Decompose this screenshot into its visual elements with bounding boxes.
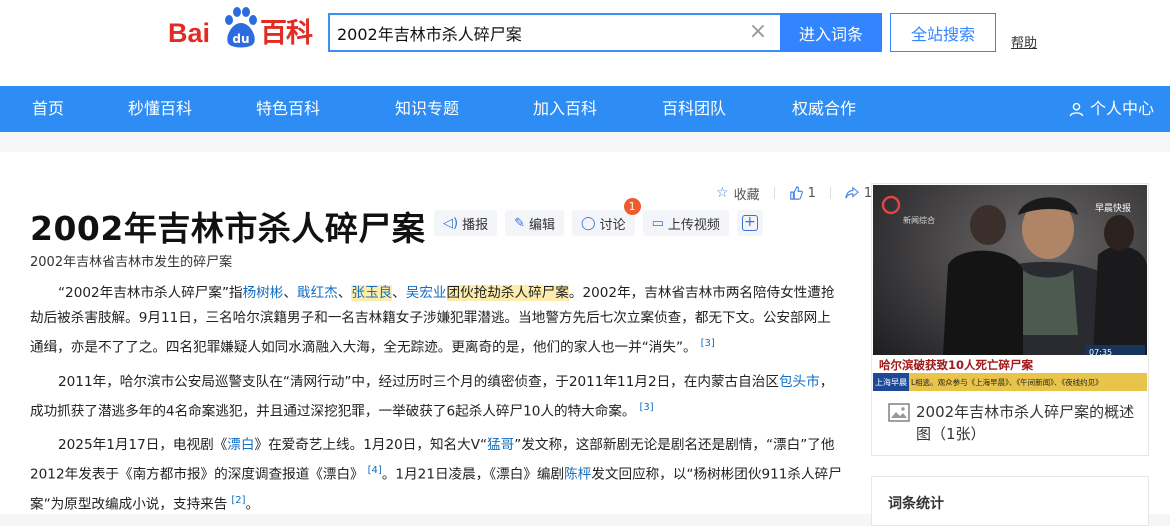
discuss-label: 讨论 [599, 217, 626, 233]
link-yang-shubin[interactable]: 杨树彬 [243, 285, 284, 301]
edit-button[interactable]: ✎ 编辑 [505, 210, 565, 236]
discuss-badge: 1 [623, 198, 641, 215]
nav-item-join[interactable]: 加入百科 [533, 86, 597, 132]
text-run: 、 [337, 285, 352, 301]
stats-title: 词条统计 [888, 496, 944, 512]
link-chen-ping[interactable]: 陈枰 [564, 467, 591, 483]
citation-ref[interactable]: [3] [701, 338, 715, 349]
summary-image-card[interactable]: 新闻综合 早晨快报 07:35 哈尔滨破获致10人死亡碎尸案 上海早晨 L相逃。… [871, 183, 1149, 456]
like-button[interactable]: 1 [789, 186, 816, 201]
like-count: 1 [807, 185, 816, 201]
text-run: 。1月21日凌晨，《漂白》编剧 [381, 466, 565, 483]
user-center-label: 个人中心 [1089, 99, 1154, 118]
divider [773, 187, 775, 199]
link-ji-hongjie[interactable]: 戢红杰 [297, 285, 338, 301]
nav-item-home[interactable]: 首页 [32, 86, 64, 132]
text-run: 2025年1月17日，电视剧《 [58, 437, 228, 453]
photo-ticker-label: 上海早晨 [875, 377, 907, 387]
enter-entry-button[interactable]: 进入词条 [780, 13, 882, 52]
text-run: 》在爱奇艺上线。1月20日，知名大V“ [254, 437, 488, 453]
broadcast-label: 播报 [462, 217, 489, 233]
gallery-icon [888, 403, 910, 422]
thumbs-up-icon [789, 186, 803, 200]
clear-icon[interactable]: × [748, 21, 768, 43]
highlighted-text: 团伙抢劫杀人碎尸案 [446, 285, 569, 301]
photo-ticker-text: L相逃。观众参与《上海早晨》、《午间新闻》、《夜线约见》 [911, 377, 1103, 387]
paragraph-3: 2025年1月17日，电视剧《漂白》在爱奇艺上线。1月20日，知名大V“猛哥”发… [30, 433, 842, 517]
edit-label: 编辑 [529, 217, 556, 233]
logo-baike-text: 百科 [260, 18, 313, 49]
photo-channel-text: 新闻综合 [903, 215, 935, 225]
entry-toolbar: ◁) 播报 ✎ 编辑 ◯ 讨论 1 ▭ 上传视频 + [434, 198, 763, 236]
text-run: “2002年吉林市杀人碎尸案”指 [58, 285, 243, 301]
citation-ref[interactable]: [4] [368, 465, 382, 476]
page-title: 2002年吉林市杀人碎尸案 [30, 209, 426, 248]
nav-item-cooperation[interactable]: 权威合作 [792, 86, 856, 132]
add-button[interactable]: + [736, 210, 763, 236]
logo-bai-text: Bai [168, 18, 211, 48]
share-icon [845, 186, 859, 199]
nav-item-featured[interactable]: 特色百科 [256, 86, 320, 132]
entry-actions: ☆ 收藏 1 1 [716, 183, 872, 203]
site-search-button[interactable]: 全站搜索 [890, 13, 996, 52]
user-center-link[interactable]: 个人中心 [1069, 86, 1154, 132]
link-piaobai[interactable]: 漂白 [227, 437, 254, 453]
chat-bubble-icon: ◯ [581, 215, 596, 231]
link-wu-hongye[interactable]: 吴宏业 [406, 285, 447, 301]
user-icon [1069, 102, 1084, 116]
plus-icon: + [741, 215, 758, 231]
news-photo[interactable]: 新闻综合 早晨快报 07:35 哈尔滨破获致10人死亡碎尸案 上海早晨 L相逃。… [873, 185, 1147, 391]
text-run: 2011年，哈尔滨市公安局巡警支队在“清网行动”中，经过历时三个月的缜密侦查，于… [58, 374, 779, 390]
nav-item-team[interactable]: 百科团队 [662, 86, 726, 132]
upload-video-button[interactable]: ▭ 上传视频 [642, 210, 729, 236]
nav-item-topics[interactable]: 知识专题 [395, 86, 459, 132]
citation-ref[interactable]: [2] [231, 495, 245, 506]
nav-item-miaodong[interactable]: 秒懂百科 [128, 86, 192, 132]
star-icon: ☆ [716, 185, 729, 201]
divider [829, 187, 831, 199]
share-button[interactable]: 1 [845, 186, 872, 201]
search-input[interactable] [330, 15, 740, 50]
news-photo-illustration: 新闻综合 早晨快报 07:35 哈尔滨破获致10人死亡碎尸案 上海早晨 L相逃。… [873, 185, 1147, 391]
help-link[interactable]: 帮助 [1011, 32, 1037, 51]
citation-ref[interactable]: [3] [640, 402, 654, 413]
logo-du-text: du [232, 32, 249, 46]
main-nav: 首页 秒懂百科 特色百科 知识专题 加入百科 百科团队 权威合作 个人中心 [0, 86, 1170, 132]
header: Bai du 百科 × 进入词条 全站搜索 帮助 [0, 0, 1170, 86]
link-baotou[interactable]: 包头市 [779, 374, 820, 390]
paw-logo-icon: du [225, 7, 257, 48]
video-icon: ▭ [651, 215, 664, 231]
link-zhang-yuliang[interactable]: 张玉良 [351, 285, 393, 301]
search-box: × [328, 13, 780, 52]
broadcast-button[interactable]: ◁) 播报 [434, 210, 498, 236]
entry-subtitle: 2002年吉林省吉林市发生的碎尸案 [30, 255, 233, 270]
photo-program-text: 早晨快报 [1095, 202, 1131, 214]
discuss-button[interactable]: ◯ 讨论 1 [572, 198, 641, 236]
pencil-icon: ✎ [514, 215, 525, 231]
upload-video-label: 上传视频 [667, 217, 720, 233]
baidu-baike-logo[interactable]: Bai du 百科 [168, 6, 318, 52]
favorite-button[interactable]: ☆ 收藏 [716, 184, 760, 203]
favorite-label: 收藏 [733, 187, 760, 203]
paragraph-2: 2011年，哈尔滨市公安局巡警支队在“清网行动”中，经过历时三个月的缜密侦查，于… [30, 370, 842, 425]
link-meng-ge[interactable]: 猛哥 [487, 437, 514, 453]
text-run: 、 [392, 285, 406, 301]
image-caption-text: 2002年吉林市杀人碎尸案的概述图（1张） [916, 403, 1135, 443]
entry-stats-card: 词条统计 [871, 476, 1149, 526]
paragraph-1: “2002年吉林市杀人碎尸案”指杨树彬、戢红杰、张玉良、吴宏业团伙抢劫杀人碎尸案… [30, 281, 842, 361]
text-run: 、 [283, 285, 297, 301]
image-caption[interactable]: 2002年吉林市杀人碎尸案的概述图（1张） [888, 401, 1138, 445]
text-run: 。 [245, 496, 260, 513]
photo-banner-text: 哈尔滨破获致10人死亡碎尸案 [879, 358, 1034, 372]
speaker-icon: ◁) [443, 215, 459, 231]
